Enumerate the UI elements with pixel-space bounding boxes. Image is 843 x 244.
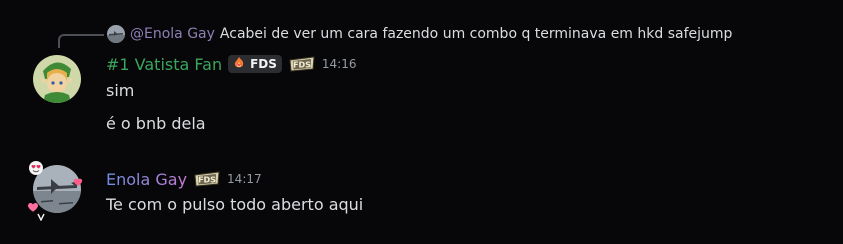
message-header-2: Enola Gay FDS 14:17 — [106, 168, 262, 190]
reply-author[interactable]: @Enola Gay — [130, 26, 215, 42]
heart-eyes-emoji-icon — [28, 160, 44, 180]
flame-heart-icon — [232, 55, 246, 74]
username-vatista-fan[interactable]: #1 Vatista Fan — [106, 55, 222, 74]
message-line: é o bnb dela — [106, 114, 206, 133]
heart-icon — [73, 172, 83, 191]
reply-spine — [58, 34, 104, 48]
svg-text:FDS: FDS — [293, 61, 311, 70]
fds-clan-badge-icon[interactable]: FDS — [193, 171, 221, 187]
avatar-vatista-fan[interactable] — [33, 55, 81, 103]
server-tag[interactable]: FDS — [228, 55, 282, 73]
message-line: Te com o pulso todo aberto aqui — [106, 195, 364, 214]
timestamp[interactable]: 14:16 — [322, 57, 357, 71]
message-line: sim — [106, 81, 135, 100]
timestamp[interactable]: 14:17 — [227, 172, 262, 186]
reply-preview[interactable]: @Enola Gay Acabei de ver um cara fazendo… — [107, 23, 732, 45]
message-header-1: #1 Vatista Fan FDS FDS 14:16 — [106, 53, 356, 75]
username-enola-gay[interactable]: Enola Gay — [106, 170, 187, 189]
reply-text[interactable]: Acabei de ver um cara fazendo um combo q… — [220, 26, 733, 42]
svg-text:FDS: FDS — [198, 176, 216, 185]
small-decoration-icon — [37, 206, 45, 225]
reply-avatar[interactable] — [107, 25, 125, 43]
fds-clan-badge-icon[interactable]: FDS — [288, 56, 316, 72]
server-tag-label: FDS — [250, 57, 277, 71]
